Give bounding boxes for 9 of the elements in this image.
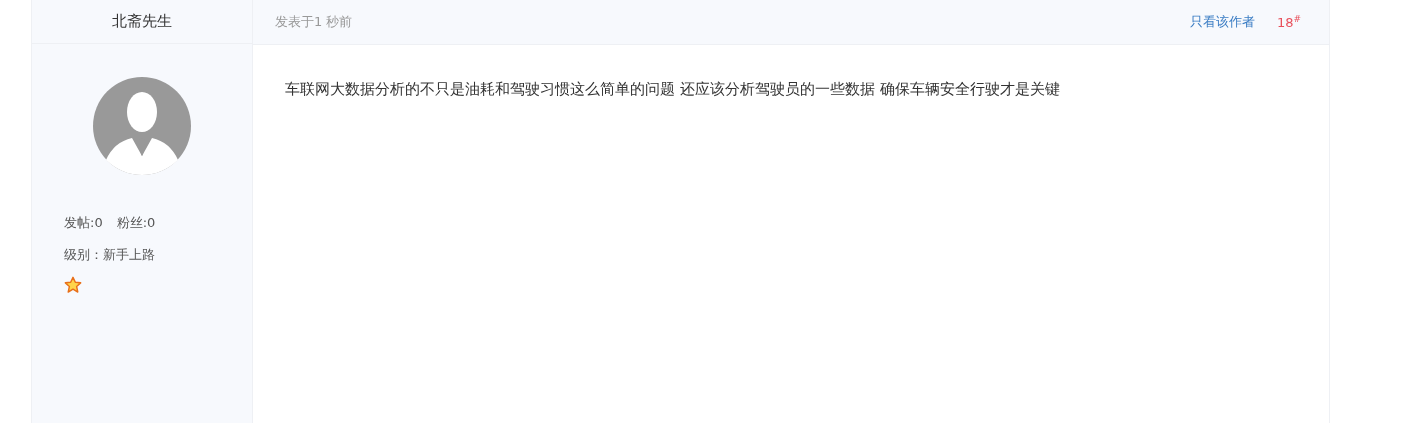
user-stat: 粉丝:0 — [116, 214, 156, 232]
user-stat: 发帖:0 — [64, 214, 103, 232]
post-content: 车联网大数据分析的不只是油耗和驾驶习惯这么简单的问题 还应该分析驾驶员的一些数据 确保车辆安全行驶才是关键 — [285, 80, 1061, 99]
author-name[interactable]: 北斋先生 — [112, 12, 172, 31]
floor-number: 18$^{#}$ — [1276, 13, 1301, 31]
only-author-link[interactable]: 只看该作者 — [1189, 13, 1255, 31]
user-level: 级别：新手上路 — [64, 246, 156, 264]
star-icon — [64, 276, 82, 294]
post-time: 发表于1 秒前 — [275, 13, 353, 31]
